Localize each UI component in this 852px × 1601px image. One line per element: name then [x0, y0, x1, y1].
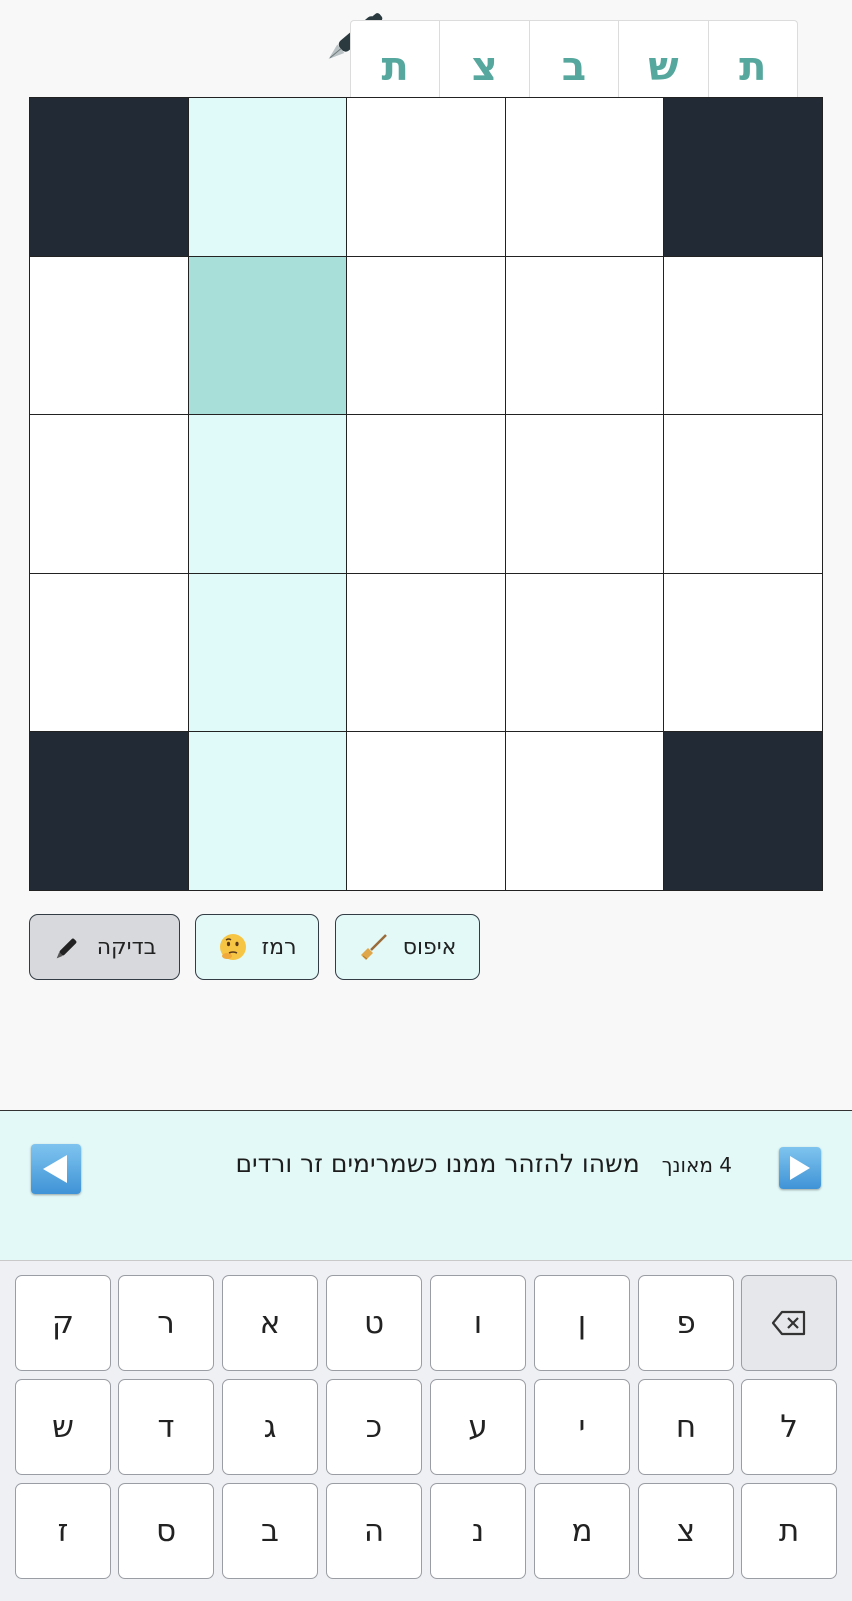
letter-key[interactable]: א: [222, 1275, 318, 1371]
hint-button-label: רמז: [261, 934, 297, 960]
grid-cell[interactable]: [188, 98, 347, 256]
letter-key[interactable]: ד: [118, 1379, 214, 1475]
check-button[interactable]: בדיקה: [29, 914, 180, 980]
letter-tab[interactable]: ת: [707, 21, 797, 98]
letter-key[interactable]: ס: [118, 1483, 214, 1579]
check-button-label: בדיקה: [96, 934, 157, 960]
letter-key[interactable]: ז: [15, 1483, 111, 1579]
letter-key[interactable]: כ: [326, 1379, 422, 1475]
letter-key[interactable]: פ: [638, 1275, 734, 1371]
grid-cell[interactable]: [30, 573, 188, 732]
letter-key[interactable]: נ: [430, 1483, 526, 1579]
hint-button[interactable]: רמז: [195, 914, 319, 980]
grid-cell[interactable]: [664, 256, 822, 415]
grid-cell[interactable]: [505, 732, 664, 890]
grid-cell[interactable]: [30, 415, 188, 573]
letter-key[interactable]: ש: [15, 1379, 111, 1475]
clue-text: משהו להזהר ממנו כשמרימים זר ורדים: [235, 1149, 640, 1178]
active-cell[interactable]: [188, 256, 347, 415]
letter-key[interactable]: ג: [222, 1379, 318, 1475]
broom-icon: [360, 934, 387, 960]
letter-key[interactable]: י: [534, 1379, 630, 1475]
reset-button-label: איפוס: [402, 934, 457, 960]
letter-key[interactable]: ק: [15, 1275, 111, 1371]
letter-tab[interactable]: ש: [618, 21, 707, 98]
hebrew-keyboard: קראטוןפ שדגכעיחל זסבהנמצת: [0, 1260, 852, 1601]
letter-key[interactable]: ב: [222, 1483, 318, 1579]
letter-key[interactable]: ה: [326, 1483, 422, 1579]
grid-cell[interactable]: [347, 573, 505, 732]
grid-cell[interactable]: [505, 573, 664, 732]
letter-key[interactable]: ת: [741, 1483, 837, 1579]
thinking-face-icon: [219, 934, 246, 960]
previous-clue-button[interactable]: [31, 1144, 81, 1194]
grid-cell[interactable]: [664, 415, 822, 573]
black-cell: [664, 98, 822, 256]
grid-cell[interactable]: [188, 573, 347, 732]
grid-cell[interactable]: [347, 98, 505, 256]
clue-number: 4 מאונך: [661, 1153, 732, 1177]
backspace-key[interactable]: [741, 1275, 837, 1371]
letter-tab[interactable]: ת: [351, 21, 439, 98]
letter-tab[interactable]: צ: [439, 21, 528, 98]
letter-key[interactable]: ן: [534, 1275, 630, 1371]
grid-cell[interactable]: [505, 415, 664, 573]
letter-key[interactable]: ע: [430, 1379, 526, 1475]
next-clue-button[interactable]: [779, 1147, 821, 1189]
letter-key[interactable]: ר: [118, 1275, 214, 1371]
black-cell: [664, 732, 822, 890]
letter-key[interactable]: ל: [741, 1379, 837, 1475]
grid-cell[interactable]: [188, 415, 347, 573]
grid-cell[interactable]: [347, 256, 505, 415]
letter-tabs: תשבצת: [350, 20, 798, 98]
grid-cell[interactable]: [664, 573, 822, 732]
letter-key[interactable]: צ: [638, 1483, 734, 1579]
backspace-icon: [771, 1310, 806, 1336]
reset-button[interactable]: איפוס: [335, 914, 480, 980]
grid-cell[interactable]: [505, 98, 664, 256]
grid-cell[interactable]: [188, 732, 347, 890]
black-cell: [30, 98, 188, 256]
pen-icon: [56, 938, 77, 959]
grid-cell[interactable]: [505, 256, 664, 415]
crossword-grid: [29, 97, 823, 891]
letter-key[interactable]: ט: [326, 1275, 422, 1371]
letter-key[interactable]: ח: [638, 1379, 734, 1475]
grid-cell[interactable]: [347, 415, 505, 573]
right-arrow-icon: [790, 1156, 810, 1180]
letter-tab[interactable]: ב: [528, 21, 618, 98]
clue-text-row: 4 מאונך משהו להזהר ממנו כשמרימים זר ורדי…: [235, 1149, 732, 1178]
grid-cell[interactable]: [347, 732, 505, 890]
letter-key[interactable]: ו: [430, 1275, 526, 1371]
black-cell: [30, 732, 188, 890]
letter-key[interactable]: מ: [534, 1483, 630, 1579]
grid-cell[interactable]: [30, 256, 188, 415]
left-arrow-icon: [43, 1155, 67, 1183]
clue-panel: 4 מאונך משהו להזהר ממנו כשמרימים זר ורדי…: [0, 1110, 852, 1260]
